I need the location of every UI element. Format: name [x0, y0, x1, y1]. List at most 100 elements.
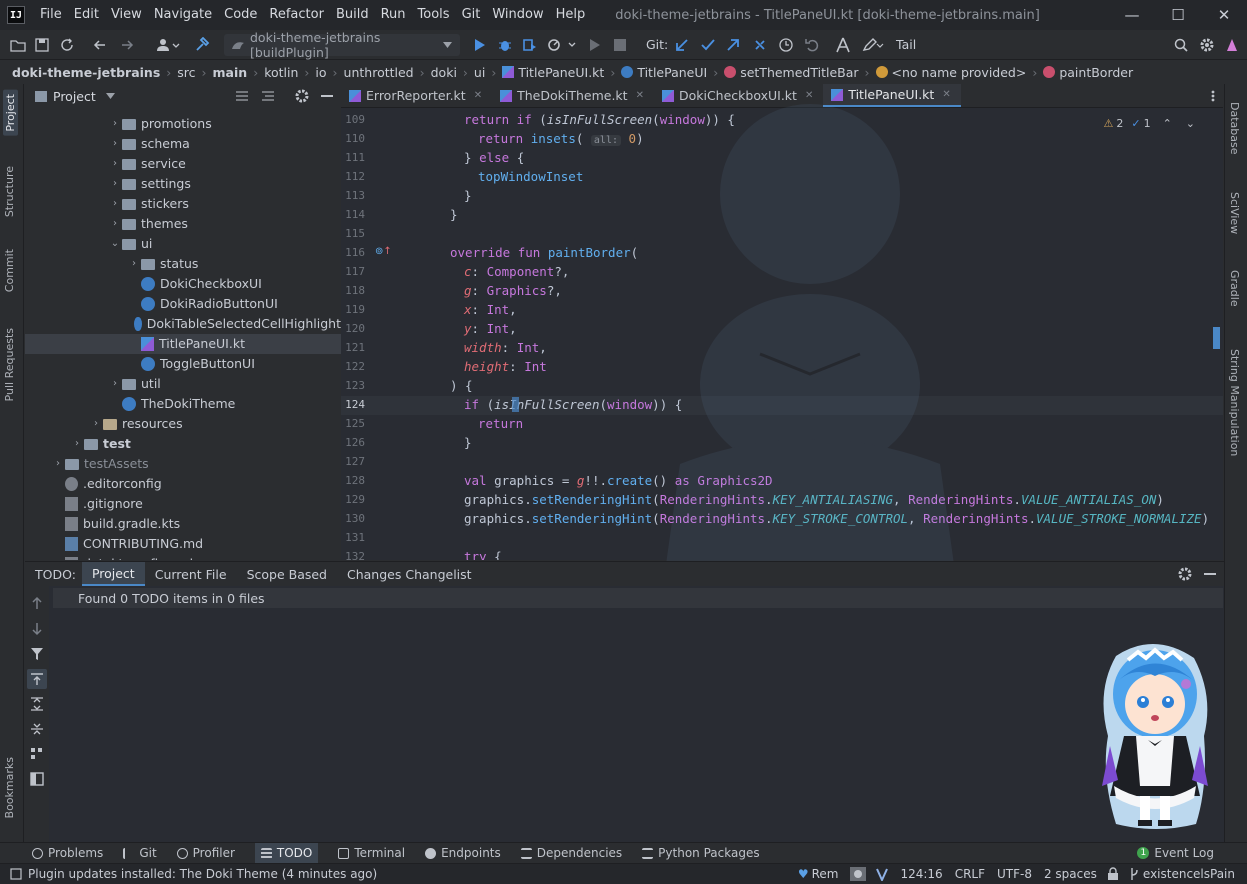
line-number[interactable]: 111 [341, 148, 365, 167]
menu-file[interactable]: File [34, 0, 68, 30]
line-number[interactable]: 126 [341, 433, 365, 452]
user-dropdown-icon[interactable] [155, 36, 181, 54]
breadcrumb-function[interactable]: paintBorder [1059, 65, 1133, 80]
minimize-panel-icon[interactable] [1204, 573, 1216, 575]
expand-arrow-icon[interactable]: › [70, 434, 84, 454]
project-tool-tab[interactable]: Project [3, 90, 18, 136]
group-by-icon[interactable] [30, 747, 44, 761]
git-push-icon[interactable] [724, 36, 742, 54]
todo-tab-current-file[interactable]: Current File [145, 567, 237, 582]
menu-navigate[interactable]: Navigate [148, 0, 218, 30]
tree-item[interactable]: detekt-config.yml [25, 554, 341, 560]
back-arrow-icon[interactable] [91, 36, 109, 54]
git-merge-icon[interactable] [751, 36, 769, 54]
tree-item[interactable]: › stickers [25, 194, 341, 214]
preview-icon[interactable] [30, 772, 44, 786]
scroll-thumb[interactable] [1213, 327, 1220, 349]
tree-item[interactable]: › testAssets [25, 454, 341, 474]
tree-item[interactable]: › themes [25, 214, 341, 234]
expand-all-icon[interactable] [261, 90, 275, 102]
expand-arrow-icon[interactable]: ⌄ [108, 234, 122, 254]
endpoints-tool-tab[interactable]: Endpoints [425, 846, 501, 860]
line-number[interactable]: 124 [341, 395, 365, 414]
sciview-tool-tab[interactable]: SciView [1228, 192, 1241, 234]
line-number[interactable]: 112 [341, 167, 365, 186]
tree-item[interactable]: DokiCheckboxUI [25, 274, 341, 294]
tree-item[interactable]: .gitignore [25, 494, 341, 514]
tree-item[interactable]: build.gradle.kts [25, 514, 341, 534]
line-number[interactable]: 117 [341, 262, 365, 281]
tree-item[interactable]: CONTRIBUTING.md [25, 534, 341, 554]
sync-icon[interactable] [58, 36, 76, 54]
profiler-tool-tab[interactable]: Profiler [176, 846, 235, 860]
menu-code[interactable]: Code [218, 0, 263, 30]
menu-view[interactable]: View [105, 0, 148, 30]
override-gutter-icon[interactable]: ⊚↑ [375, 246, 392, 257]
assistant-icon[interactable] [1223, 36, 1241, 54]
settings-gear-icon[interactable] [1178, 567, 1192, 581]
intellij-logo-icon[interactable]: IJ [7, 6, 25, 24]
breadcrumb-method[interactable]: setThemedTitleBar [740, 65, 858, 80]
sticker-toggle-icon[interactable] [850, 867, 867, 881]
tree-item[interactable]: › schema [25, 134, 341, 154]
database-tool-tab[interactable]: Database [1228, 102, 1241, 155]
todo-tab-scope-based[interactable]: Scope Based [237, 567, 337, 582]
tree-item[interactable]: › resources [25, 414, 341, 434]
tree-item[interactable]: DokiRadioButtonUI [25, 294, 341, 314]
breadcrumb-ui[interactable]: ui [474, 65, 485, 80]
menu-window[interactable]: Window [486, 0, 549, 30]
close-tab-icon[interactable]: ✕ [636, 90, 644, 101]
rerun-icon[interactable] [586, 36, 604, 54]
previous-todo-icon[interactable] [30, 596, 44, 610]
collapse-all-icon[interactable] [30, 722, 44, 736]
tree-item[interactable]: ToggleButtonUI [25, 354, 341, 374]
previous-highlight-icon[interactable]: ⌃ [1163, 117, 1172, 130]
breadcrumb-src[interactable]: src [177, 65, 195, 80]
editor-tab-titlepaneui[interactable]: TitlePaneUI.kt ✕ [823, 84, 961, 107]
string-manipulation-tool-tab[interactable]: String Manipulation [1228, 349, 1241, 456]
line-number[interactable]: 121 [341, 338, 365, 357]
line-number[interactable]: 131 [341, 528, 365, 547]
close-tab-icon[interactable]: ✕ [942, 89, 950, 100]
project-panel-title[interactable]: Project [53, 89, 96, 104]
indent-setting[interactable]: 2 spaces [1044, 867, 1097, 881]
expand-all-icon[interactable] [30, 697, 44, 711]
line-number[interactable]: 132 [341, 547, 365, 560]
line-number[interactable]: 116 [341, 243, 365, 262]
menu-build[interactable]: Build [330, 0, 375, 30]
git-tool-tab[interactable]: Git [123, 846, 157, 860]
editor-scrollbar[interactable] [1211, 109, 1223, 559]
settings-gear-icon[interactable] [295, 89, 309, 103]
editor-tab-errorreporter[interactable]: ErrorReporter.kt ✕ [341, 84, 492, 107]
terminal-tool-tab[interactable]: Terminal [338, 846, 405, 860]
forward-arrow-icon[interactable] [118, 36, 136, 54]
group-by-module-icon[interactable] [30, 672, 44, 686]
tree-item[interactable]: › promotions [25, 114, 341, 134]
breadcrumb-file[interactable]: TitlePaneUI.kt [518, 65, 604, 80]
line-number[interactable]: 118 [341, 281, 365, 300]
filter-icon[interactable] [30, 647, 44, 661]
expand-arrow-icon[interactable]: › [127, 254, 141, 274]
tree-item[interactable]: › service [25, 154, 341, 174]
rem-sticker-image[interactable] [1096, 636, 1214, 834]
line-separator[interactable]: CRLF [955, 867, 985, 881]
breadcrumb-doki[interactable]: doki [431, 65, 457, 80]
event-log-tool-tab[interactable]: 1 Event Log [1137, 846, 1214, 860]
open-folder-icon[interactable] [9, 36, 27, 54]
git-commit-check-icon[interactable] [699, 36, 717, 54]
tree-item[interactable]: DokiTableSelectedCellHighlight [25, 314, 341, 334]
minimize-button[interactable]: — [1109, 0, 1155, 30]
minimize-panel-icon[interactable] [321, 95, 333, 97]
tree-item[interactable]: › test [25, 434, 341, 454]
line-number[interactable]: 119 [341, 300, 365, 319]
menu-run[interactable]: Run [375, 0, 412, 30]
dependencies-tool-tab[interactable]: Dependencies [520, 846, 622, 860]
close-button[interactable]: ✕ [1201, 0, 1247, 30]
close-tab-icon[interactable]: ✕ [474, 90, 482, 101]
todo-tab-project[interactable]: Project [81, 562, 145, 586]
line-number[interactable]: 122 [341, 357, 365, 376]
tree-item[interactable]: › status [25, 254, 341, 274]
expand-arrow-icon[interactable]: › [108, 154, 122, 174]
editor-tab-dokicheckboxui[interactable]: DokiCheckboxUI.kt ✕ [654, 84, 823, 107]
line-number[interactable]: 109 [341, 110, 365, 129]
